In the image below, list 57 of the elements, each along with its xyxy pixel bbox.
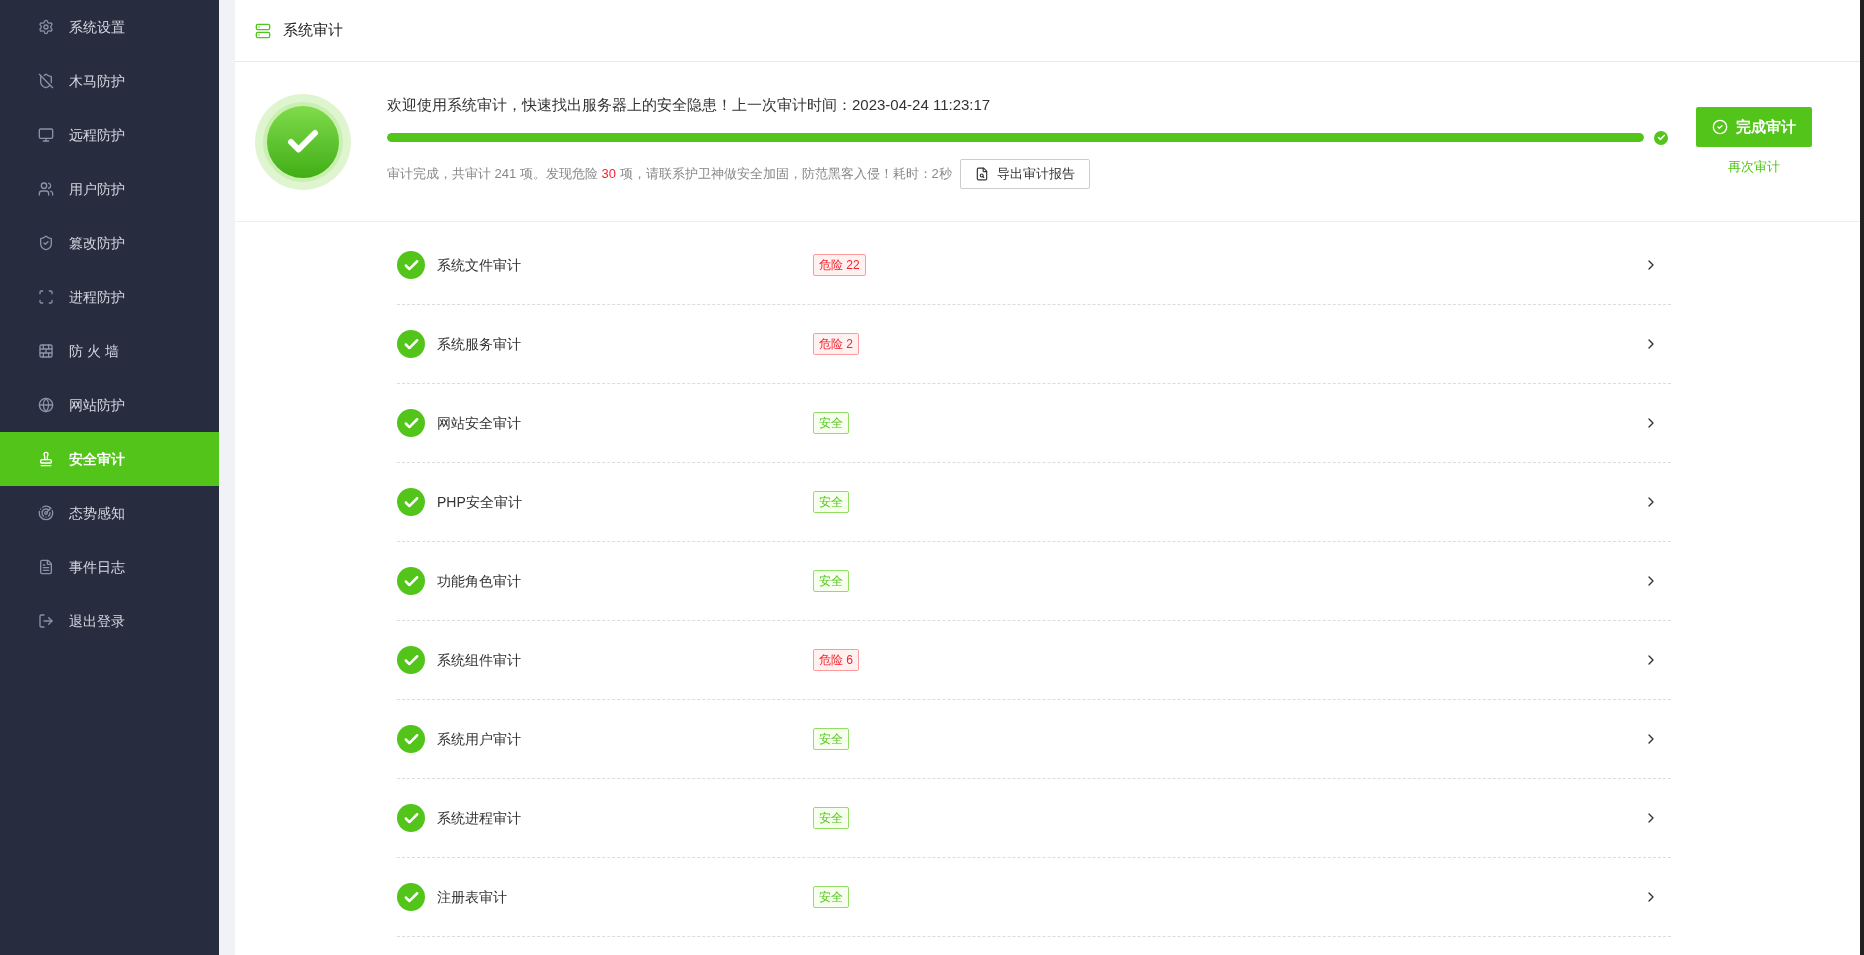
audit-item-name: 系统进程审计 [437,808,522,828]
status-tag: 安全 [813,807,849,829]
status-tag: 安全 [813,728,849,750]
result-text: 审计完成，共审计 241 项。发现危险 30 项，请联系护卫神做安全加固，防范黑客入侵！耗时：2秒 [387,165,952,183]
audit-item-name: 系统文件审计 [437,255,522,275]
status-tag: 危险 2 [813,333,859,355]
page-title: 系统审计 [283,20,343,41]
status-tag: 危险 6 [813,649,859,671]
sidebar-item[interactable]: 网站防护 [0,378,219,432]
audit-row[interactable]: 网站安全审计 安全 [397,384,1671,463]
status-tag: 危险 22 [813,254,866,276]
stamp-icon [38,451,54,467]
sidebar-item[interactable]: 远程防护 [0,108,219,162]
status-tag: 安全 [813,570,849,592]
radar-icon [38,505,54,521]
audit-item-name: 网站安全审计 [437,413,522,433]
server-icon [255,22,271,39]
status-tag: 安全 [813,886,849,908]
audit-item-name: 系统组件审计 [437,650,522,670]
audit-item-name: 注册表审计 [437,887,508,907]
scan-frame-icon [38,289,54,305]
report-icon [974,166,989,181]
audit-row[interactable]: 功能角色审计 安全 [397,542,1671,621]
status-tag: 安全 [813,412,849,434]
globe-icon [38,397,54,413]
audit-item-name: 功能角色审计 [437,571,522,591]
audit-item-name: 系统用户审计 [437,729,522,749]
sidebar-item[interactable]: 退出登录 [0,594,219,648]
welcome-text: 欢迎使用系统审计，快速找出服务器上的安全隐患！上一次审计时间：2023-04-24 11:23:17 [387,95,992,116]
gear-icon [38,19,54,35]
brick-wall-icon [38,343,54,359]
sidebar-item[interactable]: 用户防护 [0,162,219,216]
sidebar-item[interactable]: 态势感知 [0,486,219,540]
audit-row[interactable]: 系统用户审计 安全 [397,700,1671,779]
audit-row[interactable]: PHP安全审计 安全 [397,463,1671,542]
shield-check-icon [38,235,54,251]
audit-row[interactable]: 系统组件审计 危险 6 [397,621,1671,700]
audit-row[interactable]: 系统进程审计 安全 [397,779,1671,858]
audit-row[interactable]: 系统服务审计 危险 2 [397,305,1671,384]
status-tag: 安全 [813,491,849,513]
export-report-button[interactable]: 导出审计报告 [959,158,1090,189]
audit-row[interactable]: 注册表审计 安全 [397,858,1671,937]
sidebar-item[interactable]: 篡改防护 [0,216,219,270]
monitor-icon [38,127,54,143]
sidebar-item[interactable]: 防 火 墙 [0,324,219,378]
audit-row[interactable]: 系统文件审计 危险 22 [397,226,1671,305]
users-icon [38,181,54,197]
sidebar-item[interactable]: 木马防护 [0,54,219,108]
shield-icon [38,73,54,89]
check-circle-icon [1712,118,1728,135]
audit-item-name: PHP安全审计 [437,492,523,512]
sidebar-item[interactable]: 进程防护 [0,270,219,324]
document-icon [38,559,54,575]
audit-item-name: 系统服务审计 [437,334,522,354]
sidebar-item[interactable]: 事件日志 [0,540,219,594]
sidebar-item[interactable]: 系统设置 [0,0,219,54]
logout-icon [38,613,54,629]
